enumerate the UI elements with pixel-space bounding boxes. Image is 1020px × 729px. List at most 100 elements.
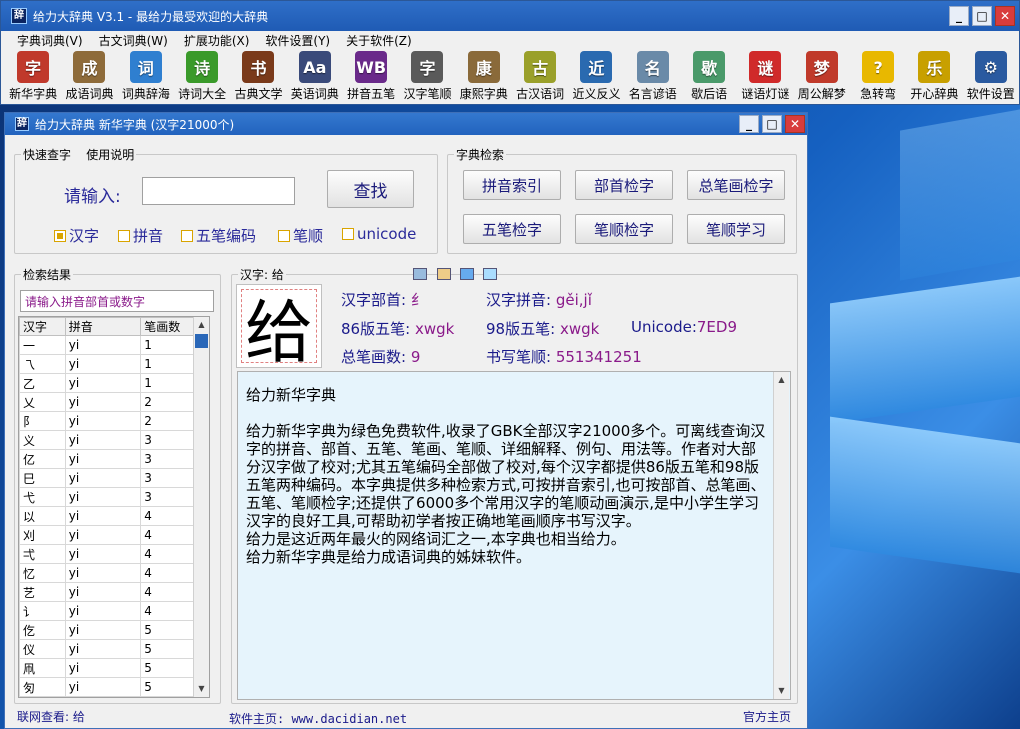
description-text[interactable]: 给力新华字典 给力新华字典为绿色免费软件,收录了GBK全部汉字21000多个。可离… [237, 371, 791, 700]
column-header[interactable]: 笔画数 [140, 317, 195, 336]
table-cell: 巳 [19, 468, 66, 488]
scroll-down-icon[interactable]: ▼ [194, 681, 209, 697]
proverb-icon: 名 [636, 51, 669, 83]
toolbar-button-15[interactable]: ? 急转弯 [850, 51, 906, 102]
option-label: 笔顺 [293, 227, 324, 245]
checkbox-icon [342, 228, 354, 240]
table-row[interactable]: 匇 yi 5 [19, 677, 195, 697]
scroll-thumb[interactable] [195, 334, 208, 348]
column-header[interactable]: 汉字 [19, 317, 66, 336]
table-row[interactable]: 以 yi 4 [19, 506, 195, 526]
search-input[interactable] [142, 177, 295, 205]
option-label: 汉字 [69, 227, 100, 245]
toolbar-button-9[interactable]: 古古汉语词 [512, 51, 568, 102]
table-row[interactable]: 弌 yi 4 [19, 544, 195, 564]
table-row[interactable]: 乙 yi 1 [19, 373, 195, 393]
menu-item-1[interactable]: 古文词典(W) [91, 32, 176, 49]
table-row[interactable]: 乁 yi 1 [19, 354, 195, 374]
toolbar-button-14[interactable]: 梦周公解梦 [794, 51, 850, 102]
option-2[interactable]: 五笔编码 [181, 225, 256, 246]
scroll-up-icon[interactable]: ▲ [194, 317, 209, 333]
table-row[interactable]: 乂 yi 2 [19, 392, 195, 412]
table-cell: 仡 [19, 620, 66, 640]
child-titlebar[interactable]: 辞 给力大辞典 新华字典 (汉字21000个) _ □ ✕ [5, 113, 807, 135]
column-header[interactable]: 拼音 [64, 317, 142, 336]
toolbar-button-2[interactable]: 词词典辞海 [118, 51, 174, 102]
toolbar-button-13[interactable]: 谜谜语灯谜 [737, 51, 793, 102]
child-maximize-button[interactable]: □ [762, 115, 782, 133]
toolbar-button-1[interactable]: 成成语词典 [61, 51, 117, 102]
table-row[interactable]: 义 yi 3 [19, 430, 195, 450]
table-cell: 1 [140, 354, 195, 374]
option-label: 拼音 [133, 227, 164, 245]
child-minimize-button[interactable]: _ [739, 115, 759, 133]
menu-item-4[interactable]: 关于软件(Z) [338, 32, 420, 49]
index-button-2[interactable]: 总笔画检字 [687, 170, 785, 200]
table-cell: 匇 [19, 677, 66, 697]
index-button-3[interactable]: 五笔检字 [463, 214, 561, 244]
minimize-button[interactable]: _ [949, 6, 969, 26]
online-view-link[interactable]: 联网查看: 给 [17, 708, 85, 725]
toolbar-button-12[interactable]: 歇歇后语 [681, 51, 737, 102]
copy-icon[interactable] [460, 268, 474, 280]
index-button-4[interactable]: 笔顺检字 [575, 214, 673, 244]
table-row[interactable]: 亿 yi 3 [19, 449, 195, 469]
table-row[interactable]: 凧 yi 5 [19, 658, 195, 678]
usage-link[interactable]: 使用说明 [86, 148, 134, 162]
official-site-link[interactable]: 官方主页 [743, 708, 791, 725]
maximize-button[interactable]: □ [972, 6, 992, 26]
main-titlebar[interactable]: 辞 给力大辞典 V3.1 - 最给力最受欢迎的大辞典 _ □ ✕ [1, 1, 1019, 31]
close-button[interactable]: ✕ [995, 6, 1015, 26]
menu-item-0[interactable]: 字典词典(V) [9, 32, 91, 49]
toolbar-button-11[interactable]: 名名言谚语 [625, 51, 681, 102]
description-scrollbar[interactable]: ▲ ▼ [773, 372, 789, 699]
pinyin-field: 汉字拼音: gěi,jǐ [486, 291, 592, 309]
paste-icon[interactable] [483, 268, 497, 280]
table-row[interactable]: 仪 yi 5 [19, 639, 195, 659]
option-0[interactable]: 汉字 [54, 225, 99, 246]
toolbar-button-17[interactable]: ⚙ 软件设置 [963, 51, 1019, 102]
table-row[interactable]: 仡 yi 5 [19, 620, 195, 640]
desc-scroll-up-icon[interactable]: ▲ [774, 372, 789, 388]
menu-item-2[interactable]: 扩展功能(X) [176, 32, 258, 49]
desc-scroll-down-icon[interactable]: ▼ [774, 683, 789, 699]
toolbar-button-10[interactable]: 近近义反义 [568, 51, 624, 102]
toolbar-button-4[interactable]: 书古典文学 [230, 51, 286, 102]
child-close-button[interactable]: ✕ [785, 115, 805, 133]
index-button-0[interactable]: 拼音索引 [463, 170, 561, 200]
table-cell: 以 [19, 506, 66, 526]
toolbar-label: 诗词大全 [178, 87, 227, 101]
toolbar-button-6[interactable]: WB 拼音五笔 [343, 51, 399, 102]
option-3[interactable]: 笔顺 [278, 225, 323, 246]
results-filter-input[interactable] [20, 290, 214, 312]
results-scrollbar[interactable]: ▲ ▼ [193, 317, 209, 697]
table-row[interactable]: 阝 yi 2 [19, 411, 195, 431]
toolbar-button-0[interactable]: 字新华字典 [5, 51, 61, 102]
table-row[interactable]: 讠 yi 4 [19, 601, 195, 621]
toolbar-button-3[interactable]: 诗诗词大全 [174, 51, 230, 102]
option-4[interactable]: unicode [342, 225, 416, 243]
index-button-1[interactable]: 部首检字 [575, 170, 673, 200]
table-row[interactable]: 一 yi 1 [19, 335, 195, 355]
toolbar-button-5[interactable]: Aa 英语词典 [287, 51, 343, 102]
edit-icon[interactable] [437, 268, 451, 280]
menu-item-3[interactable]: 软件设置(Y) [257, 32, 338, 49]
toolbar-button-16[interactable]: 乐开心辞典 [906, 51, 962, 102]
option-1[interactable]: 拼音 [118, 225, 163, 246]
description-paragraph: 给力新华字典是给力成语词典的姊妹软件。 [246, 548, 532, 566]
speaker-icon[interactable] [413, 268, 427, 280]
table-row[interactable]: 刈 yi 4 [19, 525, 195, 545]
table-cell: 一 [19, 335, 66, 355]
toolbar-button-7[interactable]: 字汉字笔顺 [399, 51, 455, 102]
table-row[interactable]: 忆 yi 4 [19, 563, 195, 583]
table-row[interactable]: 艺 yi 4 [19, 582, 195, 602]
search-button[interactable]: 查找 [327, 170, 414, 208]
table-row[interactable]: 弋 yi 3 [19, 487, 195, 507]
index-button-5[interactable]: 笔顺学习 [687, 214, 785, 244]
table-cell: 刈 [19, 525, 66, 545]
table-row[interactable]: 巳 yi 3 [19, 468, 195, 488]
homepage-link[interactable]: 软件主页: www.dacidian.net [229, 710, 407, 727]
toolbar-label: 软件设置 [966, 87, 1015, 101]
toolbar-button-8[interactable]: 康康熙字典 [456, 51, 512, 102]
table-cell: yi [64, 582, 142, 602]
